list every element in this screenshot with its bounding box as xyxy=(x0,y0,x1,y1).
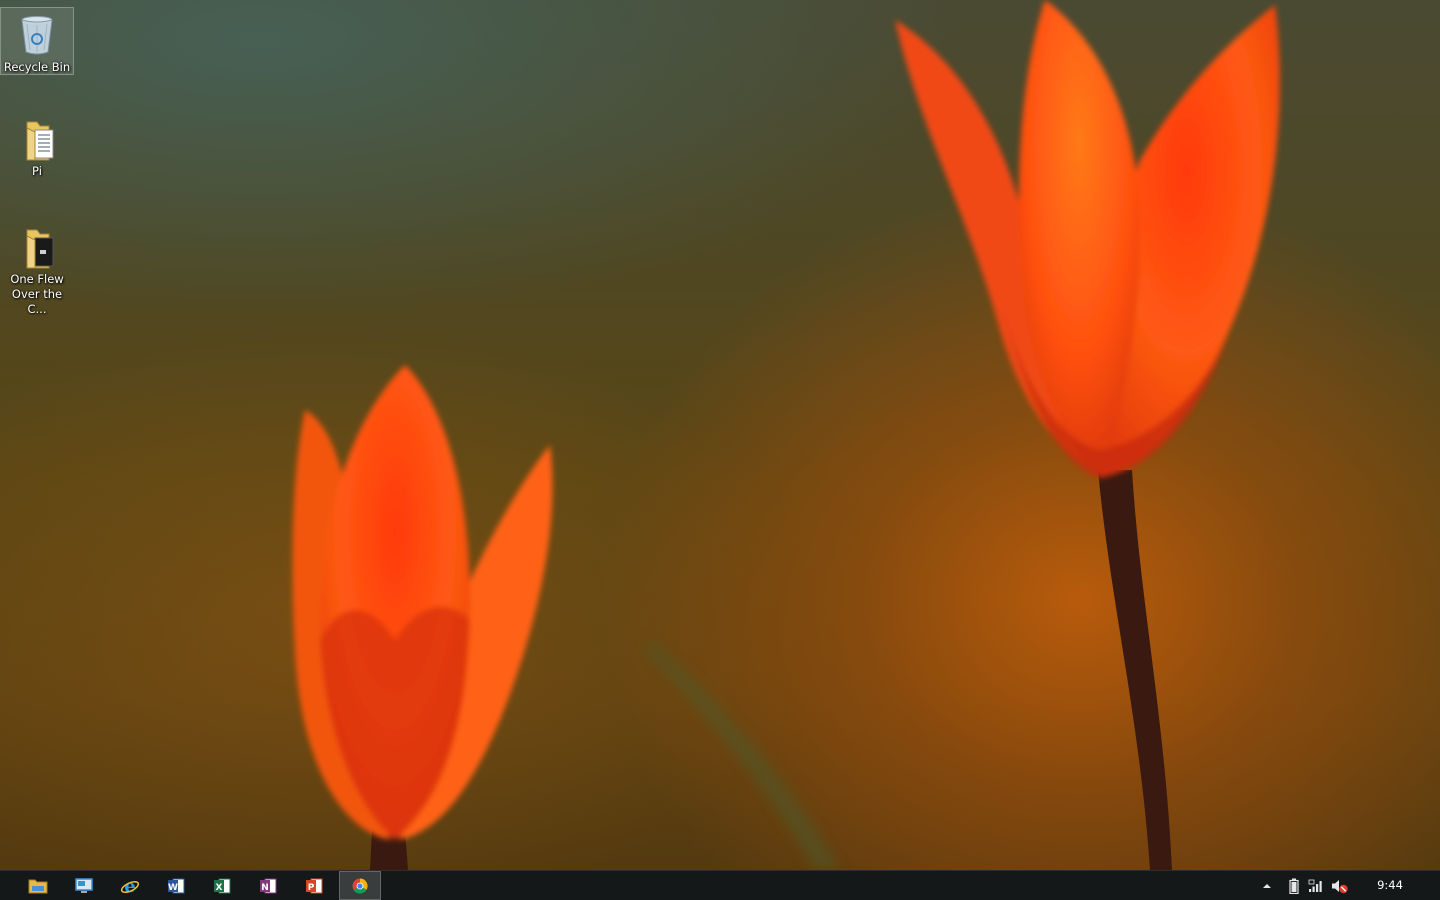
recycle-bin-label: Recycle Bin xyxy=(3,60,71,74)
svg-text:X: X xyxy=(216,883,223,893)
recycle-bin-desktop-icon[interactable]: Recycle Bin xyxy=(0,7,74,75)
svg-text:P: P xyxy=(308,883,315,893)
volume-button[interactable] xyxy=(1330,871,1350,900)
desktop[interactable]: Recycle Bin Pi One Flew Over the C... xyxy=(0,0,1440,870)
taskbar-clock[interactable]: 9:44 xyxy=(1362,871,1418,900)
svg-text:W: W xyxy=(168,883,178,893)
folder-icon xyxy=(13,116,61,162)
volume-muted-icon xyxy=(1332,879,1348,893)
chevron-up-icon xyxy=(1263,883,1271,888)
chrome-icon xyxy=(352,878,368,894)
internet-explorer-icon: e xyxy=(120,876,140,896)
file-explorer-icon xyxy=(28,879,48,893)
one-flew-folder-desktop-icon[interactable]: One Flew Over the C... xyxy=(1,220,73,316)
chrome-button[interactable] xyxy=(339,871,381,900)
battery-button[interactable] xyxy=(1285,871,1303,900)
file-explorer-button[interactable] xyxy=(17,871,59,900)
powerpoint-button[interactable]: P xyxy=(293,871,335,900)
pi-folder-desktop-icon[interactable]: Pi xyxy=(1,112,73,182)
folder-icon xyxy=(13,224,61,270)
battery-icon xyxy=(1289,878,1299,894)
one-flew-folder-label: One Flew Over the C... xyxy=(10,272,64,316)
svg-text:N: N xyxy=(261,883,269,893)
recycle-bin-icon xyxy=(13,12,61,58)
svg-text:e: e xyxy=(124,876,135,896)
show-hidden-icons-button[interactable] xyxy=(1258,871,1276,900)
powerpoint-icon: P xyxy=(306,878,323,893)
internet-explorer-button[interactable]: e xyxy=(109,871,151,900)
tulip-wallpaper xyxy=(292,0,1280,870)
taskbar: e W X N P 9:44 xyxy=(0,870,1440,900)
excel-icon: X xyxy=(214,878,231,893)
pi-folder-label: Pi xyxy=(32,164,42,178)
excel-button[interactable]: X xyxy=(201,871,243,900)
onenote-button[interactable]: N xyxy=(247,871,289,900)
network-icon xyxy=(1308,879,1322,892)
word-button[interactable]: W xyxy=(155,871,197,900)
remote-desktop-icon xyxy=(75,877,93,893)
word-icon: W xyxy=(168,878,185,893)
network-button[interactable] xyxy=(1306,871,1326,900)
remote-desktop-button[interactable] xyxy=(63,871,105,900)
onenote-icon: N xyxy=(260,878,277,893)
